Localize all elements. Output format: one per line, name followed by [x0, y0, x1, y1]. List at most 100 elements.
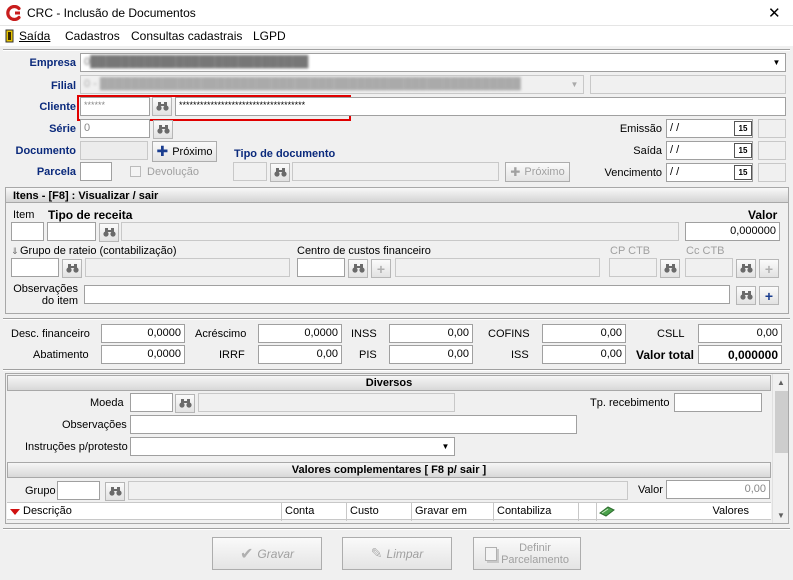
chevron-down-icon[interactable]: ▼: [768, 54, 785, 71]
valor-label: Valor: [748, 208, 778, 222]
scroll-thumb[interactable]: [775, 391, 788, 453]
add-observacao-button[interactable]: +: [759, 286, 779, 305]
abatimento-input[interactable]: 0,0000: [101, 345, 185, 364]
acrescimo-label: Acréscimo: [195, 328, 247, 340]
menu-item-lgpd[interactable]: LGPD: [253, 29, 286, 43]
binoculars-icon[interactable]: [99, 223, 119, 242]
menu-item-saida[interactable]: Saída: [19, 29, 50, 43]
binoculars-icon[interactable]: [153, 120, 173, 139]
proximo-button-2: ✚ Próximo: [505, 162, 570, 182]
irrf-input[interactable]: 0,00: [258, 345, 342, 364]
csll-input[interactable]: 0,00: [698, 324, 782, 343]
binoculars-icon[interactable]: [736, 259, 756, 278]
filial-extra-field: [590, 75, 786, 94]
definir-label-wrap: Definir Parcelamento: [501, 542, 569, 566]
tp-recebimento-label: Tp. recebimento: [590, 397, 670, 409]
binoculars-icon[interactable]: [152, 97, 172, 116]
menu-bar: Saída Cadastros Consultas cadastrais LGP…: [0, 26, 793, 46]
binoculars-icon[interactable]: [348, 259, 368, 278]
grupo-input[interactable]: [57, 481, 100, 500]
chevron-down-icon[interactable]: ▼: [437, 438, 454, 455]
acrescimo-input[interactable]: 0,0000: [258, 324, 342, 343]
iss-input[interactable]: 0,00: [542, 345, 626, 364]
binoculars-icon[interactable]: [660, 259, 680, 278]
pis-input[interactable]: 0,00: [389, 345, 473, 364]
tipo-documento-label: Tipo de documento: [234, 148, 336, 160]
cc-ctb-input: [685, 258, 733, 277]
documento-input[interactable]: [80, 141, 148, 160]
scrollbar[interactable]: ▲ ▼: [772, 374, 788, 523]
grupo-rateio-input[interactable]: [11, 258, 59, 277]
cofins-input[interactable]: 0,00: [542, 324, 626, 343]
tipo-documento-code: [233, 162, 267, 181]
calendar-icon[interactable]: 15: [734, 121, 752, 136]
col-conta[interactable]: Conta: [282, 503, 347, 521]
valor-comp-input[interactable]: 0,00: [666, 480, 770, 499]
instrucoes-select[interactable]: [130, 437, 455, 456]
valor-input[interactable]: 0,000000: [685, 222, 780, 241]
devolucao-checkbox: [130, 166, 141, 177]
cc-ctb-label: Cc CTB: [686, 245, 725, 257]
moeda-desc: [198, 393, 455, 412]
binoculars-icon[interactable]: [105, 482, 125, 501]
filial-label: Filial: [50, 80, 76, 92]
proximo-button[interactable]: ✚ Próximo: [152, 141, 217, 162]
cliente-code-input[interactable]: ******: [80, 97, 150, 116]
diversos-header: Diversos: [7, 375, 771, 391]
binoculars-icon[interactable]: [270, 163, 290, 182]
menu-item-cadastros[interactable]: Cadastros: [65, 29, 120, 43]
cp-ctb-label: CP CTB: [610, 245, 651, 257]
tp-recebimento-input[interactable]: [674, 393, 762, 412]
col-descricao[interactable]: Descrição: [20, 503, 282, 521]
itens-title: Itens - [F8] : Visualizar / sair: [13, 190, 159, 202]
calendar-icon[interactable]: 15: [734, 143, 752, 158]
item-label: Item: [13, 209, 35, 221]
observacoes-input[interactable]: [130, 415, 577, 434]
irrf-label: IRRF: [219, 349, 245, 361]
menu-item-consultas[interactable]: Consultas cadastrais: [131, 29, 242, 43]
col-blank[interactable]: [579, 503, 597, 521]
parcela-input[interactable]: [80, 162, 112, 181]
scroll-down-icon[interactable]: ▼: [777, 511, 785, 520]
scroll-up-icon[interactable]: ▲: [777, 378, 785, 387]
col-contabiliza[interactable]: Contabiliza: [494, 503, 579, 521]
inss-input[interactable]: 0,00: [389, 324, 473, 343]
col-valores[interactable]: Valores: [617, 503, 752, 521]
close-icon[interactable]: ✕: [768, 4, 781, 22]
vencimento-label: Vencimento: [604, 167, 662, 179]
saida-extra: [758, 141, 786, 160]
item-input[interactable]: [11, 222, 44, 241]
tipo-receita-label: Tipo de receita: [48, 208, 133, 222]
binoculars-icon[interactable]: [62, 259, 82, 278]
calendar-icon[interactable]: 15: [734, 165, 752, 180]
col-custo[interactable]: Custo: [347, 503, 412, 521]
observacoes-item-input[interactable]: [84, 285, 730, 304]
scroll-area: Diversos Moeda Tp. recebimento Observaçõ…: [5, 373, 789, 524]
saida-label: Saída: [633, 145, 662, 157]
grupo-desc: [128, 481, 628, 500]
limpar-button: ✎ Limpar: [342, 537, 452, 570]
gravar-label: Gravar: [257, 546, 295, 561]
empresa-select[interactable]: 0████████████████████████████: [80, 53, 786, 72]
col-gravar-em[interactable]: Gravar em: [412, 503, 494, 521]
centro-custos-desc: [395, 258, 600, 277]
serie-input[interactable]: 0: [80, 119, 150, 138]
divider: [3, 369, 790, 371]
binoculars-icon[interactable]: [736, 286, 756, 305]
grupo-label: Grupo: [25, 485, 56, 497]
exit-icon: [5, 29, 16, 43]
cp-ctb-input: [609, 258, 657, 277]
moeda-input[interactable]: [130, 393, 173, 412]
centro-custos-input[interactable]: [297, 258, 345, 277]
parcela-label: Parcela: [36, 166, 76, 178]
proximo-label: Próximo: [172, 145, 213, 158]
tipo-receita-desc: [121, 222, 679, 241]
tipo-receita-input[interactable]: [47, 222, 96, 241]
binoculars-icon[interactable]: [175, 394, 195, 413]
divider: [3, 49, 790, 51]
desc-financeiro-input[interactable]: 0,0000: [101, 324, 185, 343]
desc-financeiro-label: Desc. financeiro: [11, 328, 90, 340]
grid-header: Descrição Conta Custo Gravar em Contabil…: [7, 502, 771, 521]
check-icon: ✔: [239, 545, 254, 563]
complementares-header: Valores complementares [ F8 p/ sair ]: [7, 462, 771, 478]
